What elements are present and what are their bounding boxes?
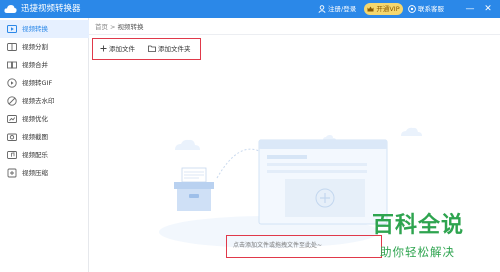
sidebar-item-video-screenshot[interactable]: 视频截图 bbox=[0, 128, 89, 146]
optimize-icon bbox=[7, 114, 17, 124]
window-mockup-icon bbox=[258, 139, 388, 225]
watermark-overlay: 百科全说 助你轻松解决 bbox=[372, 211, 494, 267]
header-divider bbox=[89, 34, 500, 35]
screenshot-icon bbox=[7, 132, 17, 142]
sidebar-item-label: 视频配乐 bbox=[22, 151, 48, 159]
sidebar-item-video-merge[interactable]: 视频合并 bbox=[0, 56, 89, 74]
support-label: 联系客服 bbox=[418, 5, 444, 13]
sidebar-item-label: 视频截图 bbox=[22, 133, 48, 141]
add-file-button[interactable]: 添加文件 bbox=[100, 41, 135, 55]
headset-icon bbox=[408, 5, 416, 13]
watermark-subtitle: 助你轻松解决 bbox=[380, 245, 455, 259]
sidebar-item-video-optimize[interactable]: 视频优化 bbox=[0, 110, 89, 128]
gif-icon bbox=[7, 78, 17, 88]
add-folder-button[interactable]: 添加文件夹 bbox=[148, 41, 191, 55]
crown-icon bbox=[367, 6, 374, 12]
breadcrumb: 首页 > 视频转换 bbox=[95, 22, 143, 32]
login-link[interactable]: 注册/登录 bbox=[318, 3, 356, 15]
app-window: 迅捷视频转换器 注册/登录 开通VIP 联系客服 — ✕ 视频转换 视频分割 视… bbox=[0, 0, 500, 272]
user-icon bbox=[318, 5, 326, 13]
sidebar-item-remove-watermark[interactable]: 视频去水印 bbox=[0, 92, 89, 110]
login-label: 注册/登录 bbox=[328, 5, 357, 13]
sidebar-item-video-music[interactable]: 视频配乐 bbox=[0, 146, 89, 164]
minimize-button[interactable]: — bbox=[464, 3, 476, 15]
vip-label: 开通VIP bbox=[376, 5, 400, 13]
support-link[interactable]: 联系客服 bbox=[408, 3, 444, 15]
add-file-label: 添加文件 bbox=[109, 45, 135, 53]
watermark-remove-icon bbox=[7, 96, 17, 106]
sidebar-item-video-gif[interactable]: 视频转GIF bbox=[0, 74, 89, 92]
plus-icon bbox=[100, 45, 107, 51]
sidebar-item-label: 视频优化 bbox=[22, 115, 48, 123]
breadcrumb-home[interactable]: 首页 bbox=[95, 23, 108, 31]
scissors-icon bbox=[7, 42, 17, 52]
music-icon bbox=[7, 150, 17, 160]
sidebar-item-video-convert[interactable]: 视频转换 bbox=[0, 20, 89, 38]
close-button[interactable]: ✕ bbox=[482, 3, 494, 15]
breadcrumb-current: 视频转换 bbox=[117, 23, 144, 31]
archive-box-icon bbox=[174, 167, 214, 211]
sidebar-item-label: 视频转换 bbox=[22, 25, 48, 33]
sidebar: 视频转换 视频分割 视频合并 视频转GIF 视频去水印 视频优化 视频截图 视频… bbox=[0, 18, 89, 272]
cloud-logo-icon bbox=[4, 5, 17, 13]
sidebar-item-label: 视频转GIF bbox=[22, 79, 53, 87]
folder-icon bbox=[148, 45, 156, 52]
sidebar-item-label: 视频去水印 bbox=[22, 97, 55, 105]
merge-icon bbox=[7, 60, 17, 70]
connector-arc bbox=[216, 148, 262, 179]
drop-hint-text[interactable]: 点击添加文件或拖拽文件至此处~ bbox=[233, 241, 322, 251]
sidebar-item-video-split[interactable]: 视频分割 bbox=[0, 38, 89, 56]
title-bar: 迅捷视频转换器 注册/登录 开通VIP 联系客服 — ✕ bbox=[0, 0, 500, 18]
vip-button[interactable]: 开通VIP bbox=[364, 3, 403, 15]
sidebar-item-label: 视频压缩 bbox=[22, 169, 48, 177]
app-title: 迅捷视频转换器 bbox=[21, 4, 81, 14]
add-folder-label: 添加文件夹 bbox=[158, 45, 191, 53]
video-convert-icon bbox=[7, 24, 17, 34]
compress-icon bbox=[7, 168, 17, 178]
breadcrumb-separator: > bbox=[110, 23, 116, 31]
sidebar-item-label: 视频合并 bbox=[22, 61, 48, 69]
watermark-title: 百科全说 bbox=[372, 213, 465, 238]
sidebar-item-label: 视频分割 bbox=[22, 43, 48, 51]
sidebar-item-video-compress[interactable]: 视频压缩 bbox=[0, 164, 89, 182]
